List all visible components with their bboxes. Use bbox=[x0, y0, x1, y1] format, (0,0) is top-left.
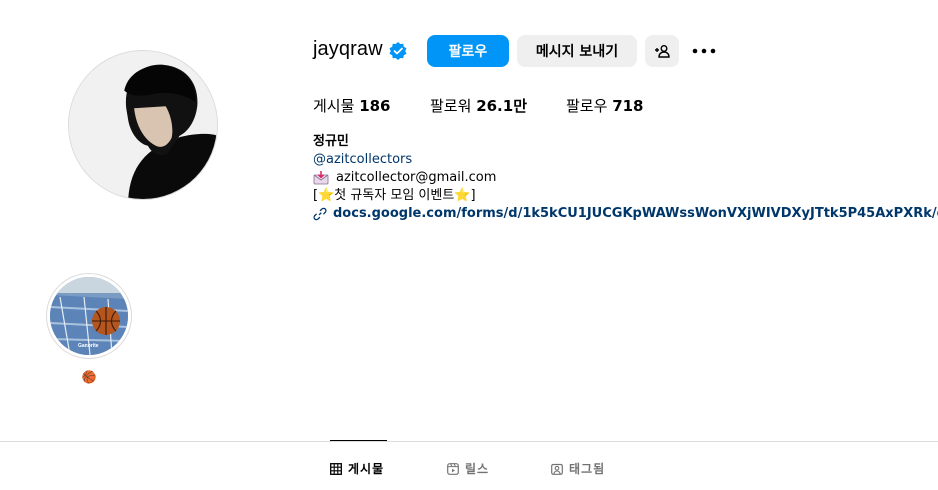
highlight-cover-text: Ganorite bbox=[78, 343, 99, 349]
following-count[interactable]: 팔로우 718 bbox=[566, 95, 644, 116]
grid-icon bbox=[330, 462, 342, 475]
highlight-label: 🏀 bbox=[81, 370, 97, 384]
story-highlight[interactable]: Ganorite bbox=[46, 273, 132, 359]
profile-bio: 정규민 @azitcollectors azitcollector@gmail.… bbox=[313, 133, 938, 223]
bio-email-row: azitcollector@gmail.com bbox=[313, 169, 938, 187]
posts-label: 게시물 bbox=[313, 97, 355, 115]
tab-posts[interactable]: 게시물 bbox=[330, 460, 384, 477]
suggested-users-button[interactable] bbox=[645, 35, 679, 67]
bio-event: [⭐첫 규독자 모임 이벤트⭐] bbox=[313, 188, 476, 203]
tab-reels-label: 릴스 bbox=[465, 462, 490, 476]
followers-label: 팔로워 bbox=[430, 97, 472, 115]
tab-reels[interactable]: 릴스 bbox=[447, 460, 489, 477]
active-tab-indicator bbox=[330, 440, 387, 441]
more-options-icon bbox=[692, 48, 716, 54]
add-user-icon bbox=[655, 45, 670, 58]
bio-handle-link[interactable]: @azitcollectors bbox=[313, 151, 938, 169]
tab-tagged-label: 태그됨 bbox=[569, 462, 606, 476]
bio-link-text[interactable]: docs.google.com/forms/d/1k5kCU1JUCGKpWAW… bbox=[333, 205, 938, 223]
basketball-court-image: Ganorite bbox=[50, 277, 128, 355]
more-options-button[interactable] bbox=[690, 35, 718, 67]
tab-posts-label: 게시물 bbox=[348, 462, 385, 476]
tagged-icon bbox=[551, 463, 563, 475]
tabs-divider bbox=[0, 441, 938, 442]
posts-value: 186 bbox=[359, 97, 391, 115]
follow-button[interactable]: 팔로우 bbox=[427, 35, 509, 67]
verified-badge-icon bbox=[389, 42, 407, 60]
profile-username: jayqraw bbox=[313, 38, 383, 60]
reels-icon bbox=[447, 462, 459, 475]
following-value: 718 bbox=[612, 97, 644, 115]
bio-email: azitcollector@gmail.com bbox=[336, 170, 497, 185]
tab-tagged[interactable]: 태그됨 bbox=[551, 460, 605, 477]
bio-external-link[interactable]: docs.google.com/forms/d/1k5kCU1JUCGKpWAW… bbox=[313, 205, 938, 223]
followers-count[interactable]: 팔로워 26.1만 bbox=[430, 95, 527, 116]
profile-full-name: 정규민 bbox=[313, 134, 349, 149]
highlight-cover: Ganorite bbox=[50, 277, 128, 355]
inbox-mail-icon bbox=[313, 171, 329, 185]
avatar-photo bbox=[69, 51, 217, 199]
profile-avatar[interactable] bbox=[68, 50, 218, 200]
message-button[interactable]: 메시지 보내기 bbox=[517, 35, 637, 67]
followers-value: 26.1만 bbox=[476, 97, 527, 115]
posts-count: 게시물 186 bbox=[313, 95, 391, 116]
link-icon bbox=[313, 207, 327, 221]
following-label: 팔로우 bbox=[566, 97, 608, 115]
